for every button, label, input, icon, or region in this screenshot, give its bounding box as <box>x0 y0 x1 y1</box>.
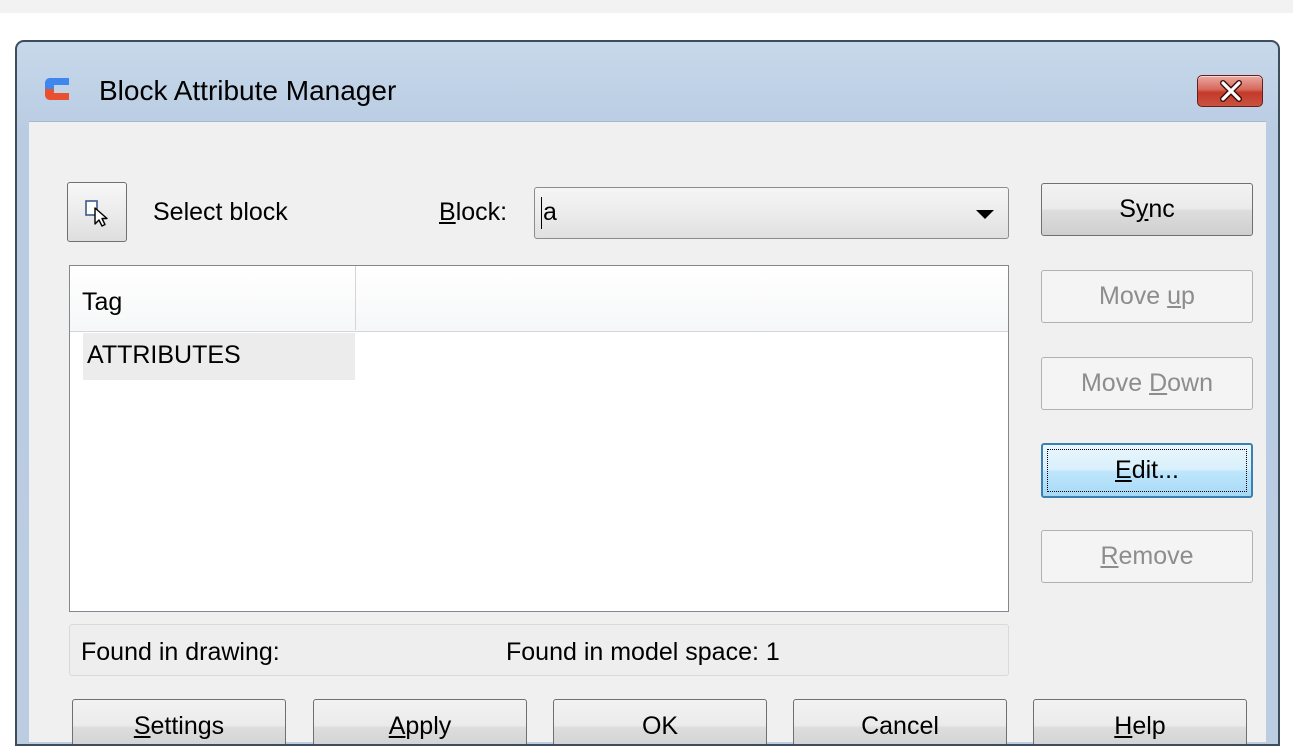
status-panel: Found in drawing: Found in model space: … <box>69 624 1009 676</box>
block-dropdown[interactable]: a <box>534 187 1009 239</box>
move-down-button[interactable]: Move Down <box>1041 357 1253 410</box>
column-header-tag[interactable]: Tag <box>82 288 122 317</box>
text-cursor <box>541 197 542 229</box>
column-divider[interactable] <box>355 266 356 330</box>
sync-button[interactable]: Sync <box>1041 183 1253 236</box>
list-header: Tag <box>70 266 1008 332</box>
top-background-band <box>0 0 1293 13</box>
select-block-label: Select block <box>153 198 288 226</box>
dialog-client-area: Select block Block: a Tag ATTRIBUTES Fou… <box>29 121 1266 744</box>
close-button[interactable] <box>1197 75 1263 107</box>
block-label: Block: <box>439 198 508 226</box>
help-button[interactable]: Help <box>1033 699 1247 744</box>
select-objects-icon <box>85 200 108 227</box>
apply-button[interactable]: Apply <box>313 699 527 744</box>
block-dropdown-value: a <box>543 198 557 226</box>
app-logo-icon <box>42 74 72 104</box>
settings-button[interactable]: Settings <box>72 699 286 744</box>
edit-button[interactable]: Edit... <box>1041 443 1253 498</box>
ok-button[interactable]: OK <box>553 699 767 744</box>
dialog-title: Block Attribute Manager <box>99 75 397 106</box>
close-icon <box>1220 80 1242 102</box>
list-item-tag: ATTRIBUTES <box>87 341 241 369</box>
attribute-list[interactable]: Tag ATTRIBUTES <box>69 265 1009 612</box>
move-up-button[interactable]: Move up <box>1041 270 1253 323</box>
dropdown-arrow-icon <box>976 210 994 219</box>
remove-button[interactable]: Remove <box>1041 530 1253 583</box>
found-in-model-space-label: Found in model space: 1 <box>506 638 780 666</box>
select-block-button[interactable] <box>67 182 127 242</box>
found-in-drawing-label: Found in drawing: <box>81 638 280 666</box>
list-item[interactable]: ATTRIBUTES <box>83 333 355 380</box>
cancel-button[interactable]: Cancel <box>793 699 1007 744</box>
focus-ring <box>1047 449 1247 492</box>
block-attribute-manager-dialog: Block Attribute Manager Select block Blo… <box>15 40 1280 746</box>
